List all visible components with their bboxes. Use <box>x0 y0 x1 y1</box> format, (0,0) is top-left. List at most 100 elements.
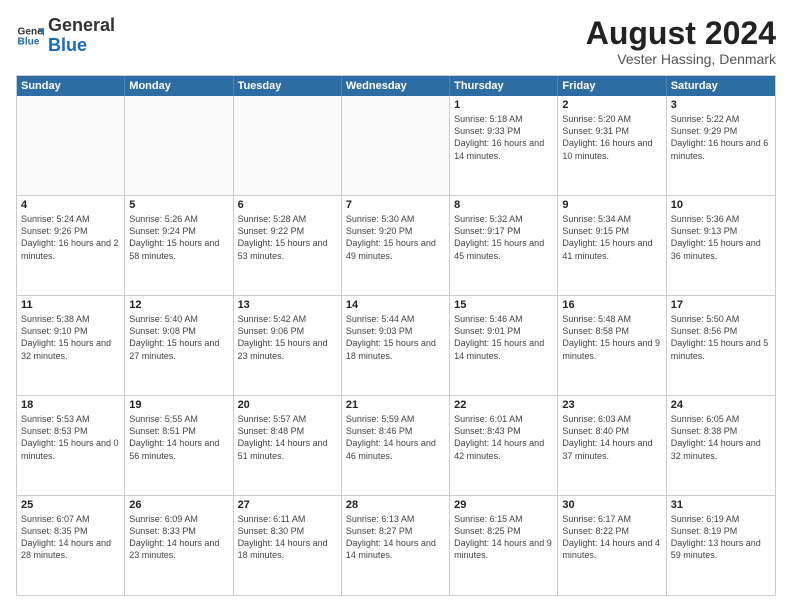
calendar-cell-1-3: 7 Sunrise: 5:30 AMSunset: 9:20 PMDayligh… <box>342 196 450 295</box>
calendar-cell-3-0: 18 Sunrise: 5:53 AMSunset: 8:53 PMDaylig… <box>17 396 125 495</box>
calendar-cell-4-1: 26 Sunrise: 6:09 AMSunset: 8:33 PMDaylig… <box>125 496 233 595</box>
day-info: Sunrise: 5:55 AMSunset: 8:51 PMDaylight:… <box>129 413 228 462</box>
day-info: Sunrise: 6:15 AMSunset: 8:25 PMDaylight:… <box>454 513 553 562</box>
day-number: 30 <box>562 499 661 511</box>
calendar-cell-3-2: 20 Sunrise: 5:57 AMSunset: 8:48 PMDaylig… <box>234 396 342 495</box>
day-number: 24 <box>671 399 771 411</box>
calendar-cell-0-5: 2 Sunrise: 5:20 AMSunset: 9:31 PMDayligh… <box>558 96 666 195</box>
day-info: Sunrise: 5:26 AMSunset: 9:24 PMDaylight:… <box>129 213 228 262</box>
calendar-header: Sunday Monday Tuesday Wednesday Thursday… <box>17 76 775 96</box>
day-info: Sunrise: 5:59 AMSunset: 8:46 PMDaylight:… <box>346 413 445 462</box>
day-number: 12 <box>129 299 228 311</box>
calendar-row-0: 1 Sunrise: 5:18 AMSunset: 9:33 PMDayligh… <box>17 96 775 195</box>
logo-text: General Blue <box>48 16 115 56</box>
day-number: 21 <box>346 399 445 411</box>
day-number: 14 <box>346 299 445 311</box>
day-number: 31 <box>671 499 771 511</box>
calendar-row-1: 4 Sunrise: 5:24 AMSunset: 9:26 PMDayligh… <box>17 195 775 295</box>
month-title: August 2024 <box>586 16 776 51</box>
day-info: Sunrise: 5:40 AMSunset: 9:08 PMDaylight:… <box>129 313 228 362</box>
day-info: Sunrise: 5:53 AMSunset: 8:53 PMDaylight:… <box>21 413 120 462</box>
day-number: 23 <box>562 399 661 411</box>
calendar-cell-4-0: 25 Sunrise: 6:07 AMSunset: 8:35 PMDaylig… <box>17 496 125 595</box>
calendar-body: 1 Sunrise: 5:18 AMSunset: 9:33 PMDayligh… <box>17 96 775 595</box>
calendar-cell-4-2: 27 Sunrise: 6:11 AMSunset: 8:30 PMDaylig… <box>234 496 342 595</box>
calendar-cell-0-1 <box>125 96 233 195</box>
calendar-cell-3-1: 19 Sunrise: 5:55 AMSunset: 8:51 PMDaylig… <box>125 396 233 495</box>
day-info: Sunrise: 5:38 AMSunset: 9:10 PMDaylight:… <box>21 313 120 362</box>
day-info: Sunrise: 5:57 AMSunset: 8:48 PMDaylight:… <box>238 413 337 462</box>
calendar-cell-0-0 <box>17 96 125 195</box>
day-info: Sunrise: 5:30 AMSunset: 9:20 PMDaylight:… <box>346 213 445 262</box>
day-info: Sunrise: 6:13 AMSunset: 8:27 PMDaylight:… <box>346 513 445 562</box>
day-number: 28 <box>346 499 445 511</box>
day-info: Sunrise: 5:46 AMSunset: 9:01 PMDaylight:… <box>454 313 553 362</box>
day-number: 4 <box>21 199 120 211</box>
day-number: 22 <box>454 399 553 411</box>
calendar-cell-1-5: 9 Sunrise: 5:34 AMSunset: 9:15 PMDayligh… <box>558 196 666 295</box>
day-info: Sunrise: 5:36 AMSunset: 9:13 PMDaylight:… <box>671 213 771 262</box>
day-info: Sunrise: 6:05 AMSunset: 8:38 PMDaylight:… <box>671 413 771 462</box>
day-number: 7 <box>346 199 445 211</box>
header-wednesday: Wednesday <box>342 76 450 96</box>
calendar-cell-3-4: 22 Sunrise: 6:01 AMSunset: 8:43 PMDaylig… <box>450 396 558 495</box>
day-info: Sunrise: 5:28 AMSunset: 9:22 PMDaylight:… <box>238 213 337 262</box>
day-info: Sunrise: 6:01 AMSunset: 8:43 PMDaylight:… <box>454 413 553 462</box>
day-info: Sunrise: 6:19 AMSunset: 8:19 PMDaylight:… <box>671 513 771 562</box>
day-info: Sunrise: 6:17 AMSunset: 8:22 PMDaylight:… <box>562 513 661 562</box>
calendar-cell-0-6: 3 Sunrise: 5:22 AMSunset: 9:29 PMDayligh… <box>667 96 775 195</box>
header-thursday: Thursday <box>450 76 558 96</box>
calendar-cell-0-4: 1 Sunrise: 5:18 AMSunset: 9:33 PMDayligh… <box>450 96 558 195</box>
calendar-cell-2-6: 17 Sunrise: 5:50 AMSunset: 8:56 PMDaylig… <box>667 296 775 395</box>
day-number: 20 <box>238 399 337 411</box>
calendar-cell-0-2 <box>234 96 342 195</box>
calendar-cell-1-6: 10 Sunrise: 5:36 AMSunset: 9:13 PMDaylig… <box>667 196 775 295</box>
calendar-cell-2-2: 13 Sunrise: 5:42 AMSunset: 9:06 PMDaylig… <box>234 296 342 395</box>
logo-icon: General Blue <box>16 22 44 50</box>
calendar-cell-4-5: 30 Sunrise: 6:17 AMSunset: 8:22 PMDaylig… <box>558 496 666 595</box>
calendar-cell-4-6: 31 Sunrise: 6:19 AMSunset: 8:19 PMDaylig… <box>667 496 775 595</box>
day-info: Sunrise: 6:09 AMSunset: 8:33 PMDaylight:… <box>129 513 228 562</box>
day-number: 8 <box>454 199 553 211</box>
calendar-row-3: 18 Sunrise: 5:53 AMSunset: 8:53 PMDaylig… <box>17 395 775 495</box>
calendar-cell-1-1: 5 Sunrise: 5:26 AMSunset: 9:24 PMDayligh… <box>125 196 233 295</box>
calendar-cell-0-3 <box>342 96 450 195</box>
day-number: 9 <box>562 199 661 211</box>
day-number: 6 <box>238 199 337 211</box>
header-friday: Friday <box>558 76 666 96</box>
day-info: Sunrise: 5:32 AMSunset: 9:17 PMDaylight:… <box>454 213 553 262</box>
day-info: Sunrise: 5:42 AMSunset: 9:06 PMDaylight:… <box>238 313 337 362</box>
header-monday: Monday <box>125 76 233 96</box>
calendar-cell-4-3: 28 Sunrise: 6:13 AMSunset: 8:27 PMDaylig… <box>342 496 450 595</box>
calendar-cell-3-3: 21 Sunrise: 5:59 AMSunset: 8:46 PMDaylig… <box>342 396 450 495</box>
title-block: August 2024 Vester Hassing, Denmark <box>586 16 776 67</box>
calendar-cell-3-5: 23 Sunrise: 6:03 AMSunset: 8:40 PMDaylig… <box>558 396 666 495</box>
day-number: 2 <box>562 99 661 111</box>
calendar-cell-2-5: 16 Sunrise: 5:48 AMSunset: 8:58 PMDaylig… <box>558 296 666 395</box>
calendar-row-4: 25 Sunrise: 6:07 AMSunset: 8:35 PMDaylig… <box>17 495 775 595</box>
day-number: 3 <box>671 99 771 111</box>
calendar-cell-2-3: 14 Sunrise: 5:44 AMSunset: 9:03 PMDaylig… <box>342 296 450 395</box>
day-number: 15 <box>454 299 553 311</box>
calendar: Sunday Monday Tuesday Wednesday Thursday… <box>16 75 776 596</box>
day-number: 5 <box>129 199 228 211</box>
calendar-cell-3-6: 24 Sunrise: 6:05 AMSunset: 8:38 PMDaylig… <box>667 396 775 495</box>
day-info: Sunrise: 5:50 AMSunset: 8:56 PMDaylight:… <box>671 313 771 362</box>
header-saturday: Saturday <box>667 76 775 96</box>
day-number: 16 <box>562 299 661 311</box>
day-info: Sunrise: 5:18 AMSunset: 9:33 PMDaylight:… <box>454 113 553 162</box>
day-info: Sunrise: 5:34 AMSunset: 9:15 PMDaylight:… <box>562 213 661 262</box>
calendar-cell-2-0: 11 Sunrise: 5:38 AMSunset: 9:10 PMDaylig… <box>17 296 125 395</box>
day-number: 17 <box>671 299 771 311</box>
subtitle: Vester Hassing, Denmark <box>586 51 776 67</box>
calendar-cell-1-2: 6 Sunrise: 5:28 AMSunset: 9:22 PMDayligh… <box>234 196 342 295</box>
page: General Blue General Blue August 2024 Ve… <box>0 0 792 612</box>
day-number: 1 <box>454 99 553 111</box>
day-info: Sunrise: 5:44 AMSunset: 9:03 PMDaylight:… <box>346 313 445 362</box>
header-tuesday: Tuesday <box>234 76 342 96</box>
header-sunday: Sunday <box>17 76 125 96</box>
day-number: 25 <box>21 499 120 511</box>
day-number: 13 <box>238 299 337 311</box>
day-number: 11 <box>21 299 120 311</box>
logo: General Blue General Blue <box>16 16 115 56</box>
